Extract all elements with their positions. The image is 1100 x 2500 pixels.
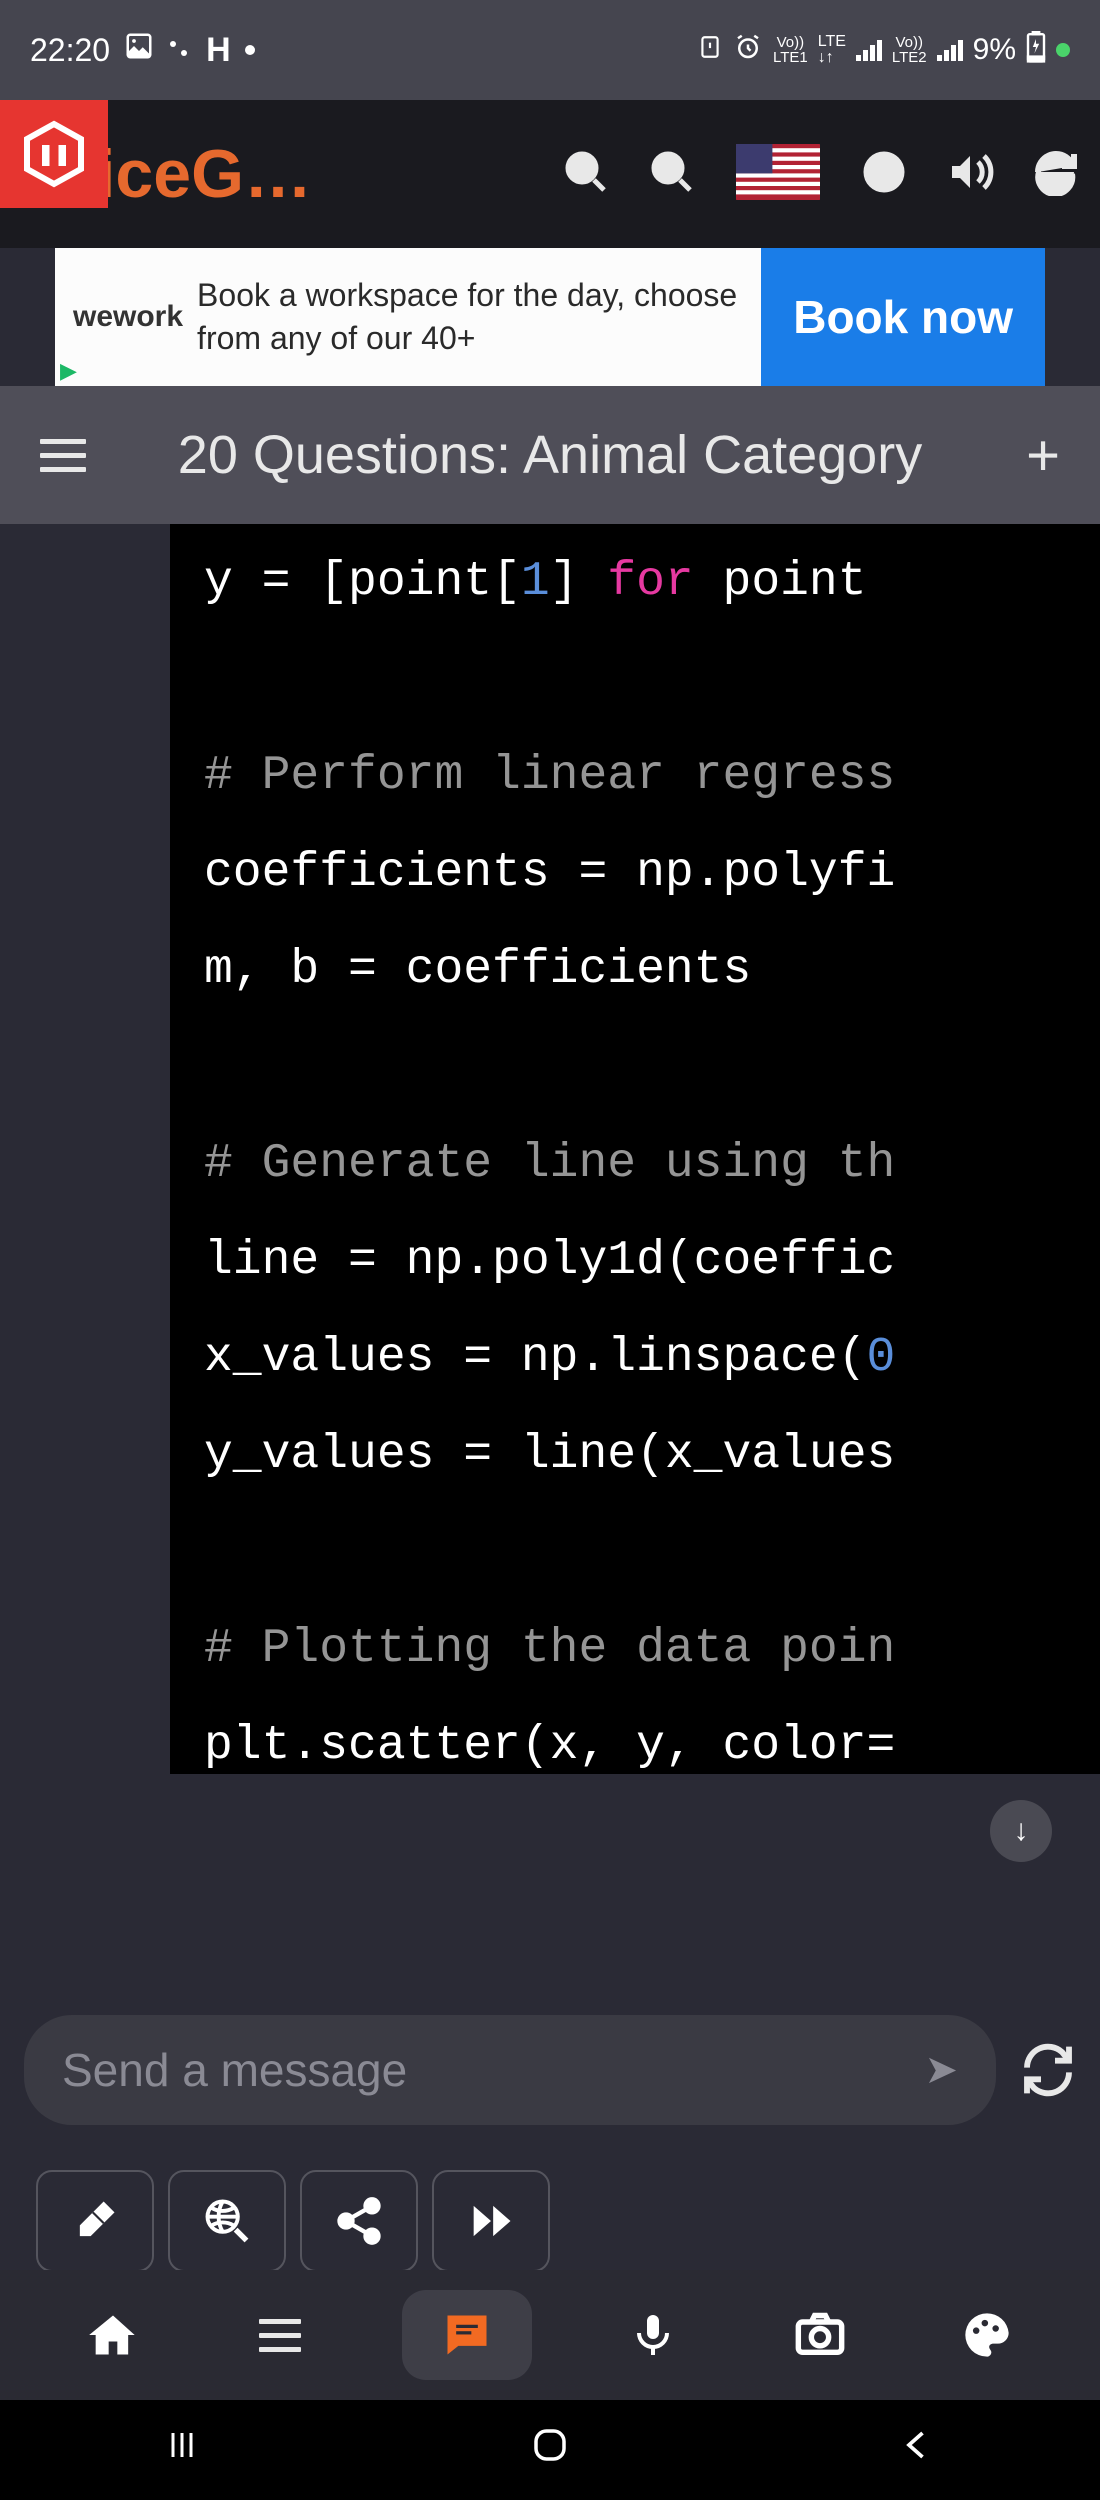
nav-camera[interactable] xyxy=(775,2290,865,2380)
add-button[interactable]: + xyxy=(1026,422,1060,489)
share-button[interactable] xyxy=(300,2170,418,2272)
saver-icon xyxy=(697,34,723,67)
nav-mic[interactable] xyxy=(608,2290,698,2380)
alarm-icon xyxy=(733,32,763,69)
fast-forward-button[interactable] xyxy=(432,2170,550,2272)
h-icon: H xyxy=(206,31,231,70)
refresh-icon[interactable] xyxy=(1032,148,1080,201)
dots-icon xyxy=(168,32,192,69)
globe-search-button[interactable] xyxy=(168,2170,286,2272)
battery-percent: 9% xyxy=(973,33,1016,67)
charging-dot xyxy=(1056,43,1070,57)
status-right: Vo)) LTE1 LTE↓↑ Vo)) LTE2 9% xyxy=(697,31,1070,70)
ad-play-badge: ▶ xyxy=(60,358,77,384)
image-icon xyxy=(124,31,154,69)
speed-icon[interactable] xyxy=(860,148,908,201)
status-left: 22:20 H xyxy=(30,31,255,70)
ad-logo: wework xyxy=(73,300,183,334)
code-block[interactable]: y = [point[1] for point # Perform linear… xyxy=(170,524,1100,1774)
lte2-block: Vo)) LTE2 xyxy=(892,35,927,65)
lte-arrows: LTE↓↑ xyxy=(818,34,846,66)
ad-book-now-button[interactable]: Book now xyxy=(761,248,1045,386)
page-title-bar: 20 Questions: Animal Category + xyxy=(0,386,1100,524)
sys-home[interactable] xyxy=(529,2424,571,2476)
eraser-button[interactable] xyxy=(36,2170,154,2272)
tool-row xyxy=(36,2170,550,2272)
sync-icon[interactable] xyxy=(1020,2042,1076,2098)
battery-icon xyxy=(1026,31,1046,70)
send-icon[interactable]: ➤ xyxy=(924,2047,958,2093)
zoom-in-icon[interactable] xyxy=(648,148,696,201)
sys-back[interactable] xyxy=(900,2427,936,2473)
time-label: 22:20 xyxy=(30,32,110,69)
signal-icon-1 xyxy=(856,40,882,61)
lte1-block: Vo)) LTE1 xyxy=(773,35,808,65)
flag-icon[interactable] xyxy=(734,144,822,205)
message-placeholder: Send a message xyxy=(62,2043,407,2097)
nav-menu[interactable] xyxy=(235,2290,325,2380)
zoom-out-icon[interactable] xyxy=(562,148,610,201)
app-header: oiceG… xyxy=(0,100,1100,248)
signal-icon-2 xyxy=(937,40,963,61)
ad-banner[interactable]: ▶ wework Book a workspace for the day, c… xyxy=(55,248,1045,386)
system-nav xyxy=(0,2400,1100,2500)
nav-palette[interactable] xyxy=(942,2290,1032,2380)
app-logo[interactable] xyxy=(0,100,108,208)
nav-home[interactable] xyxy=(68,2290,158,2380)
sound-icon[interactable] xyxy=(946,148,994,201)
message-input[interactable]: Send a message ➤ xyxy=(24,2015,996,2125)
input-bar: Send a message ➤ xyxy=(24,2015,1076,2125)
ad-text: Book a workspace for the day, choose fro… xyxy=(197,274,743,360)
scroll-down-button[interactable]: ↓ xyxy=(990,1800,1052,1862)
menu-icon[interactable] xyxy=(40,439,86,472)
nav-chat[interactable] xyxy=(402,2290,532,2380)
dot-icon xyxy=(245,45,255,55)
bottom-nav xyxy=(0,2270,1100,2400)
status-bar: 22:20 H Vo)) LTE1 LTE↓↑ Vo)) LTE2 9% xyxy=(0,0,1100,100)
page-title: 20 Questions: Animal Category xyxy=(20,416,1080,494)
ad-left[interactable]: ▶ wework Book a workspace for the day, c… xyxy=(55,248,761,386)
sys-recents[interactable] xyxy=(164,2427,200,2473)
